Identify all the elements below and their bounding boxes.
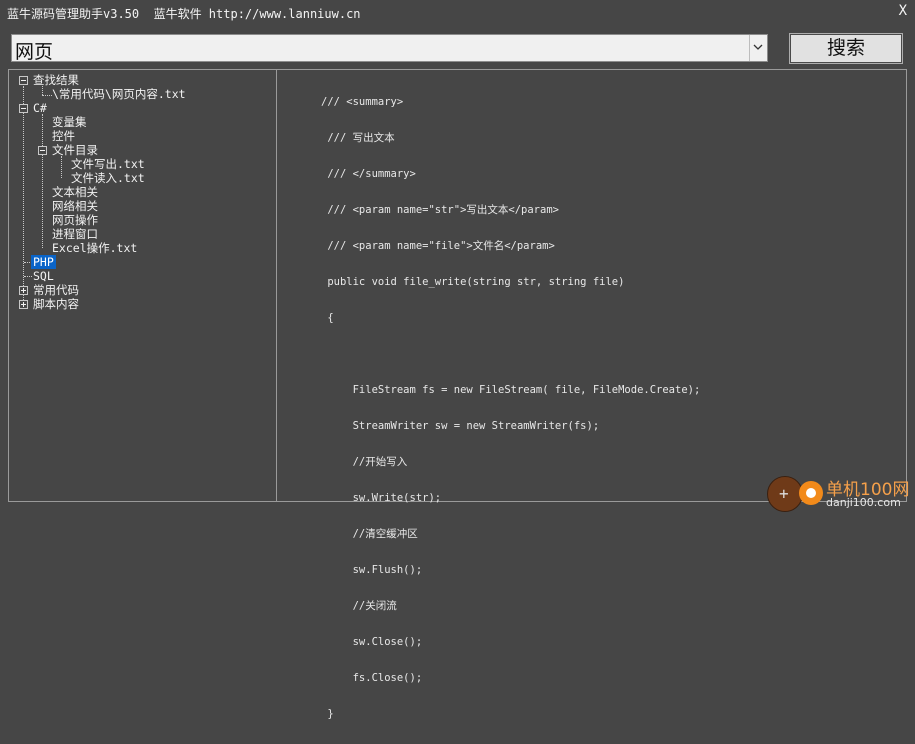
tree-item-file-write[interactable]: 文件写出.txt xyxy=(71,157,145,171)
code-text[interactable]: /// <summary> /// 写出文本 /// </summary> //… xyxy=(321,72,700,744)
tree-connector xyxy=(23,86,24,306)
watermark-dot-icon xyxy=(799,481,823,505)
search-button[interactable]: 搜索 xyxy=(789,33,903,64)
code-line: sw.Write(str); xyxy=(321,492,442,504)
watermark-logo: + 单机100网 danji100.com xyxy=(767,474,913,512)
tree-connector xyxy=(42,95,52,96)
tree-item-search-results[interactable]: 查找结果 xyxy=(33,73,79,87)
tree-item-scripts[interactable]: 脚本内容 xyxy=(33,297,79,311)
code-line: StreamWriter sw = new StreamWriter(fs); xyxy=(321,420,600,432)
code-line: //清空缓冲区 xyxy=(321,528,418,540)
code-line: /// 写出文本 xyxy=(321,132,395,144)
tree-item-file-read[interactable]: 文件读入.txt xyxy=(71,171,145,185)
tree-connector xyxy=(42,86,43,95)
tree-item-controls[interactable]: 控件 xyxy=(52,129,75,143)
tree-item-excel[interactable]: Excel操作.txt xyxy=(52,241,137,255)
tree-item-file-dir[interactable]: 文件目录 xyxy=(52,143,98,157)
tree-connector xyxy=(61,156,62,178)
tree-connector xyxy=(24,276,32,277)
code-line: /// <param name="str">写出文本</param> xyxy=(321,204,559,216)
watermark-url: danji100.com xyxy=(826,496,901,509)
tree-item-webpage[interactable]: 网页操作 xyxy=(52,213,98,227)
tree-item-text[interactable]: 文本相关 xyxy=(52,185,98,199)
tree-item-process-window[interactable]: 进程窗口 xyxy=(52,227,98,241)
expand-icon[interactable] xyxy=(19,286,28,295)
tree-item-common-code[interactable]: 常用代码 xyxy=(33,283,79,297)
code-line: { xyxy=(321,312,334,324)
code-line: /// </summary> xyxy=(321,168,416,180)
code-line: sw.Close(); xyxy=(321,636,423,648)
chevron-down-icon xyxy=(753,44,763,50)
code-line: FileStream fs = new FileStream( file, Fi… xyxy=(321,384,701,396)
search-combo-box[interactable]: 网页 xyxy=(11,34,768,64)
search-input[interactable]: 网页 xyxy=(15,37,53,64)
title-bar: 蓝牛源码管理助手v3.50 蓝牛软件 http://www.lanniuw.cn… xyxy=(0,0,915,28)
close-button[interactable]: X xyxy=(899,3,907,19)
tree-item-csharp[interactable]: C# xyxy=(33,101,47,115)
code-line: /// <param name="file">文件名</param> xyxy=(321,240,555,252)
dropdown-button[interactable] xyxy=(749,35,767,61)
tree-item-result-file[interactable]: \常用代码\网页内容.txt xyxy=(52,87,186,101)
tree-view[interactable]: 查找结果 \常用代码\网页内容.txt C# 变量集 控件 文件目录 文件写出.… xyxy=(8,69,277,502)
tree-item-network[interactable]: 网络相关 xyxy=(52,199,98,213)
collapse-icon[interactable] xyxy=(38,146,47,155)
expand-icon[interactable] xyxy=(19,300,28,309)
code-line: sw.Flush(); xyxy=(321,564,423,576)
code-line: fs.Close(); xyxy=(321,672,423,684)
code-line: //关闭流 xyxy=(321,600,397,612)
window-title: 蓝牛源码管理助手v3.50 蓝牛软件 http://www.lanniuw.cn xyxy=(7,7,361,21)
code-line: /// <summary> xyxy=(321,96,404,108)
tree-item-sql[interactable]: SQL xyxy=(33,269,54,283)
tree-item-php[interactable]: PHP xyxy=(31,255,56,269)
collapse-icon[interactable] xyxy=(19,104,28,113)
tree-connector xyxy=(42,114,43,248)
code-line: } xyxy=(321,708,334,720)
collapse-icon[interactable] xyxy=(19,76,28,85)
code-line: //开始写入 xyxy=(321,456,408,468)
code-line: public void file_write(string str, strin… xyxy=(321,276,625,288)
tree-item-variables[interactable]: 变量集 xyxy=(52,115,87,129)
watermark-circle-icon: + xyxy=(767,476,803,512)
code-editor[interactable]: /// <summary> /// 写出文本 /// </summary> //… xyxy=(277,69,907,720)
